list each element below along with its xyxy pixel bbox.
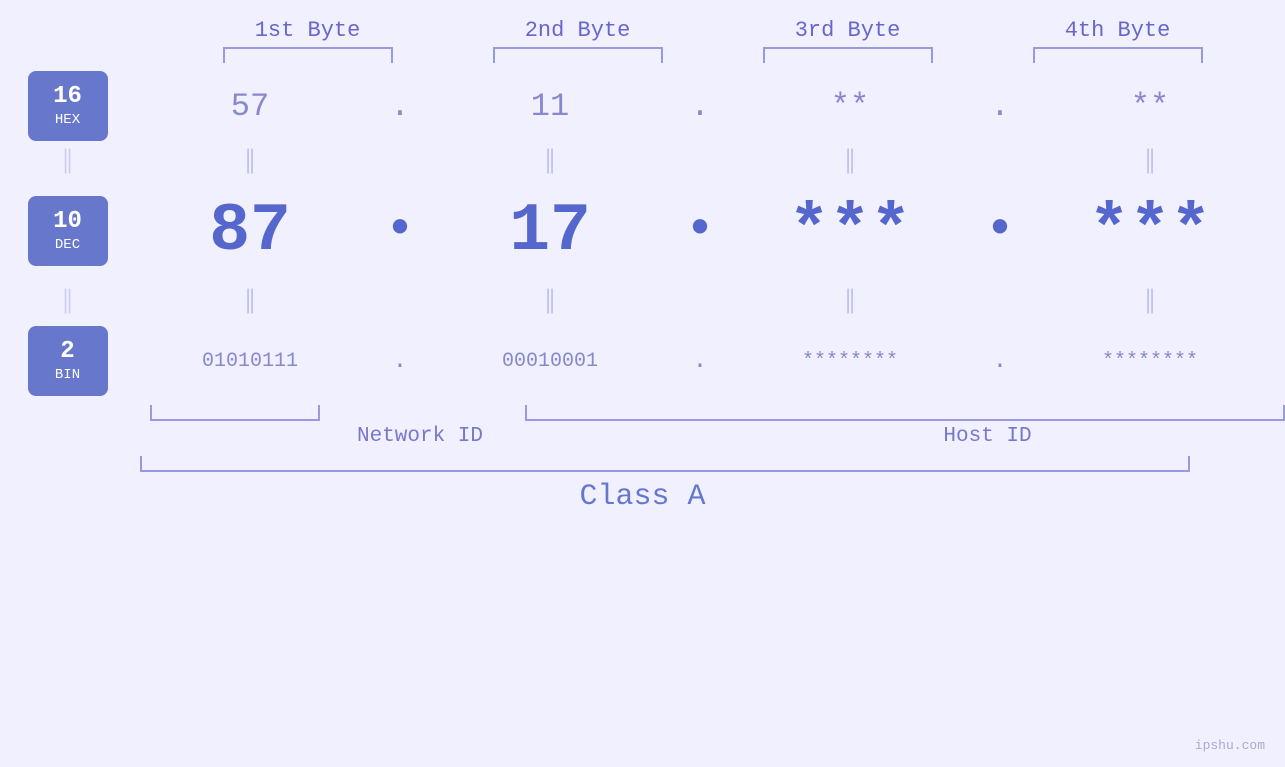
network-id-label: Network ID: [150, 425, 690, 448]
dot-bin-2: .: [685, 348, 715, 375]
dot-dec-1: •: [385, 206, 415, 256]
bin-badge-label: BIN: [55, 367, 80, 384]
bin-row: 01010111 . 00010001 . ******** . *******…: [115, 321, 1285, 401]
bin-badge: 2 BIN: [28, 326, 108, 396]
bracket-spacer: [320, 405, 525, 421]
eq-cell-4a: ║: [1015, 149, 1285, 174]
dec-badge-number: 10: [53, 208, 82, 237]
hex-badge-number: 16: [53, 83, 82, 112]
dot-hex-3: .: [985, 88, 1015, 125]
dec-val-3: ***: [715, 193, 985, 270]
eq-row-1: ║ ║ ║ ║: [115, 141, 1285, 181]
eq-row-2: ║ ║ ║ ║: [115, 281, 1285, 321]
net-bracket-container: [150, 405, 320, 421]
bracket-cell-4: [983, 47, 1253, 63]
id-labels-row: Network ID Host ID: [0, 425, 1285, 448]
eq-cell-2a: ║: [415, 149, 685, 174]
eq-cell-3a: ║: [715, 149, 985, 174]
bin-val-3: ********: [715, 350, 985, 373]
eq-cell-2b: ║: [415, 289, 685, 314]
eq-symbol-2: ║: [61, 281, 74, 321]
eq-cell-4b: ║: [1015, 289, 1285, 314]
dec-val-4: ***: [1015, 193, 1285, 270]
dot-bin-3: .: [985, 348, 1015, 375]
host-bottom-bracket: [525, 405, 1285, 421]
dec-row: 87 • 17 • *** • ***: [115, 181, 1285, 281]
dot-hex-1: .: [385, 88, 415, 125]
dec-badge-label: DEC: [55, 237, 80, 254]
bracket-cell-1: [173, 47, 443, 63]
outer-bracket-container: [140, 456, 1190, 472]
bin-val-1: 01010111: [115, 350, 385, 373]
dec-val-1: 87: [115, 193, 385, 270]
column-headers: 1st Byte 2nd Byte 3rd Byte 4th Byte: [0, 18, 1285, 43]
class-label: Class A: [0, 480, 1285, 514]
eq-cell-3b: ║: [715, 289, 985, 314]
dot-hex-2: .: [685, 88, 715, 125]
col-header-3: 3rd Byte: [713, 18, 983, 43]
net-bottom-bracket: [150, 405, 320, 421]
watermark: ipshu.com: [1195, 738, 1265, 753]
bottom-brackets-area: [0, 405, 1285, 421]
bracket-cell-3: [713, 47, 983, 63]
bracket-cell-2: [443, 47, 713, 63]
eq-cell-1a: ║: [115, 149, 385, 174]
eq-symbol-1: ║: [61, 141, 74, 181]
col-header-4: 4th Byte: [983, 18, 1253, 43]
dec-val-2: 17: [415, 193, 685, 270]
data-grid: 57 . 11 . ** . ** ║ ║: [115, 71, 1285, 401]
outer-bottom-bracket: [140, 456, 1190, 472]
eq-cell-1b: ║: [115, 289, 385, 314]
hex-val-1: 57: [115, 88, 385, 125]
top-brackets-row: [0, 47, 1285, 63]
hex-val-3: **: [715, 88, 985, 125]
hex-val-2: 11: [415, 88, 685, 125]
bin-val-4: ********: [1015, 350, 1285, 373]
hex-row: 57 . 11 . ** . **: [115, 71, 1285, 141]
top-bracket-3: [763, 47, 933, 63]
dot-dec-2: •: [685, 206, 715, 256]
top-bracket-4: [1033, 47, 1203, 63]
host-id-label: Host ID: [690, 425, 1285, 448]
host-bracket-container: [525, 405, 1285, 421]
dec-badge: 10 DEC: [28, 196, 108, 266]
hex-badge-label: HEX: [55, 112, 80, 129]
dot-dec-3: •: [985, 206, 1015, 256]
col-header-2: 2nd Byte: [443, 18, 713, 43]
bin-badge-number: 2: [60, 338, 74, 367]
dot-bin-1: .: [385, 348, 415, 375]
col-header-1: 1st Byte: [173, 18, 443, 43]
labels-column: 16 HEX ║ 10 DEC ║ 2 BIN: [20, 71, 115, 401]
top-bracket-1: [223, 47, 393, 63]
main-container: 1st Byte 2nd Byte 3rd Byte 4th Byte 16 H…: [0, 0, 1285, 767]
hex-badge: 16 HEX: [28, 71, 108, 141]
bin-val-2: 00010001: [415, 350, 685, 373]
hex-val-4: **: [1015, 88, 1285, 125]
top-bracket-2: [493, 47, 663, 63]
